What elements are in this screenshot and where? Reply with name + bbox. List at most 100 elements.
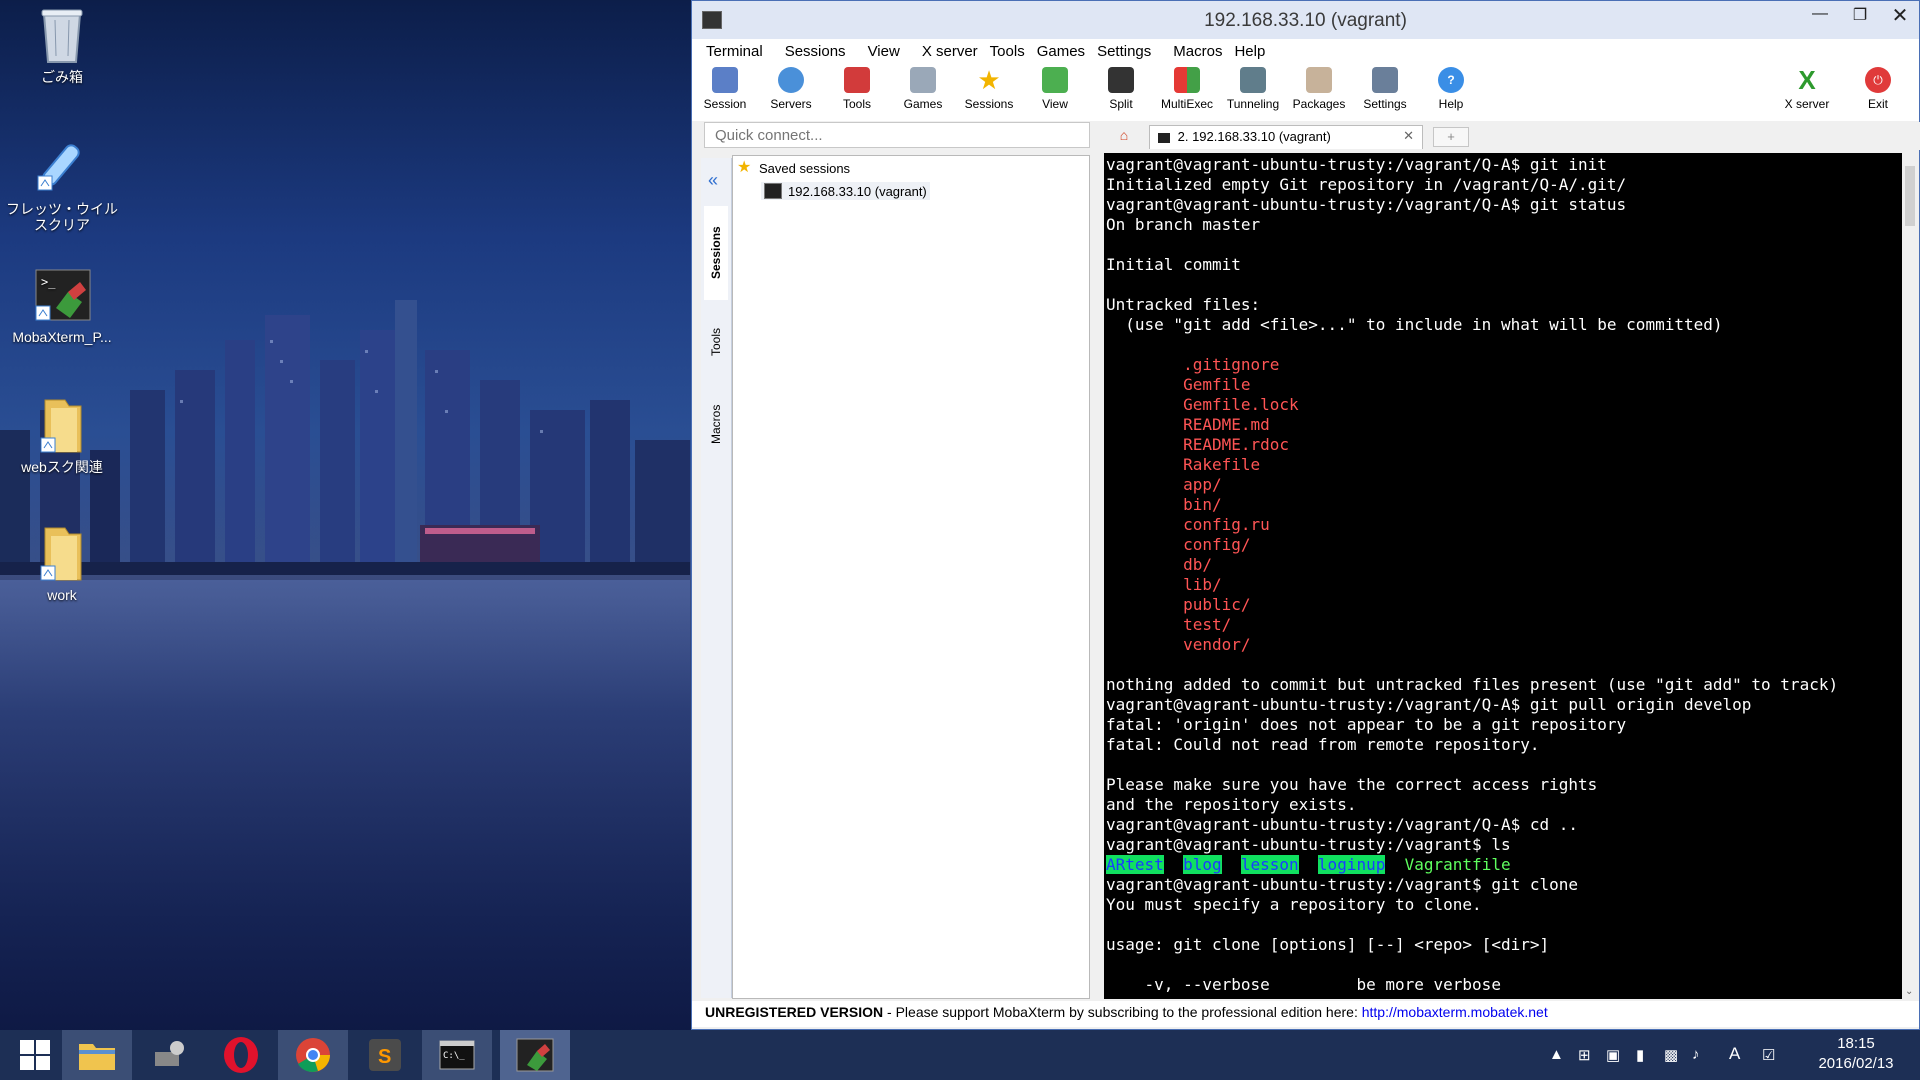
desktop-icon-work-folder[interactable]: work: [2, 522, 122, 603]
terminal-scrollbar[interactable]: ⌄: [1902, 150, 1919, 999]
taskbar-command-prompt[interactable]: C:\_: [422, 1030, 492, 1080]
tab-macros[interactable]: Macros: [704, 384, 728, 464]
menu-x-server[interactable]: X server: [922, 43, 978, 60]
tray-network-icon[interactable]: ▣: [1606, 1046, 1620, 1064]
packages-button[interactable]: Packages: [1286, 67, 1352, 111]
ls-file-entry: Vagrantfile: [1404, 855, 1511, 874]
desktop-icon-web-folder[interactable]: webスク関連: [2, 394, 122, 475]
home-tab-icon[interactable]: ⌂: [1111, 127, 1137, 145]
tab-tools[interactable]: Tools: [704, 306, 728, 378]
terminal-icon: [764, 183, 782, 199]
menu-sessions[interactable]: Sessions: [785, 43, 846, 60]
terminal-tab[interactable]: 2. 192.168.33.10 (vagrant) ✕: [1149, 125, 1423, 149]
tray-signal-icon[interactable]: ▩: [1664, 1046, 1678, 1064]
taskbar-sublime-text[interactable]: S: [350, 1030, 420, 1080]
terminal-line: app/: [1106, 475, 1222, 494]
scrollbar-thumb[interactable]: [1905, 166, 1915, 226]
quick-connect-input[interactable]: [704, 122, 1090, 148]
terminal-line: On branch master: [1106, 215, 1261, 234]
taskbar-chrome[interactable]: [278, 1030, 348, 1080]
tunneling-button[interactable]: Tunneling: [1220, 67, 1286, 111]
terminal-output[interactable]: vagrant@vagrant-ubuntu-trusty:/vagrant/Q…: [1104, 153, 1902, 999]
scroll-down-icon[interactable]: ⌄: [1905, 986, 1913, 997]
session-item[interactable]: 192.168.33.10 (vagrant): [761, 182, 930, 200]
help-button[interactable]: ? Help: [1418, 67, 1484, 111]
split-button[interactable]: Split: [1088, 67, 1154, 111]
menu-view[interactable]: View: [868, 43, 900, 60]
tray-overflow-icon[interactable]: ▲: [1549, 1046, 1564, 1063]
multiexec-button[interactable]: MultiExec: [1154, 67, 1220, 111]
command-prompt-icon: C:\_: [439, 1040, 475, 1070]
terminal-line: usage: git clone [options] [--] <repo> […: [1106, 935, 1550, 954]
tray-volume-icon[interactable]: ♪: [1692, 1046, 1700, 1063]
terminal-line: fatal: Could not read from remote reposi…: [1106, 735, 1540, 754]
shield-syringe-icon: [2, 136, 122, 199]
mobatek-link[interactable]: http://mobaxterm.mobatek.net: [1362, 1004, 1548, 1020]
terminal-line: Gemfile.lock: [1106, 395, 1299, 414]
x-server-icon: X: [1798, 65, 1816, 95]
games-button[interactable]: Games: [890, 67, 956, 111]
sessions-button[interactable]: ★ Sessions: [956, 67, 1022, 111]
wallpaper-water: [0, 575, 690, 1030]
terminal-line: vagrant@vagrant-ubuntu-trusty:/vagrant$ …: [1106, 835, 1511, 854]
folder-icon: [2, 394, 122, 457]
taskbar-mobaxterm[interactable]: [500, 1030, 570, 1080]
network-tool-icon: [155, 1041, 184, 1066]
ls-dir-entry: blog: [1183, 855, 1222, 874]
terminal-line: vagrant@vagrant-ubuntu-trusty:/vagrant/Q…: [1106, 195, 1627, 214]
view-button[interactable]: View: [1022, 67, 1088, 111]
menu-help[interactable]: Help: [1234, 43, 1265, 60]
tray-ime-indicator[interactable]: A: [1729, 1044, 1740, 1064]
servers-button[interactable]: Servers: [758, 67, 824, 111]
new-tab-icon[interactable]: +: [1433, 127, 1469, 147]
ls-dir-entry: loginup: [1317, 855, 1386, 874]
title-bar[interactable]: 192.168.33.10 (vagrant) — ❐ ✕: [692, 1, 1919, 39]
sessions-panel: ★ Saved sessions 192.168.33.10 (vagrant): [732, 155, 1090, 999]
saved-sessions-node[interactable]: ★ Saved sessions: [737, 160, 850, 176]
exit-button[interactable]: ⏻ Exit: [1845, 67, 1911, 111]
start-button[interactable]: [0, 1030, 70, 1080]
menu-games[interactable]: Games: [1037, 43, 1085, 60]
packages-icon: [1306, 67, 1332, 93]
maximize-icon[interactable]: ❐: [1840, 5, 1880, 25]
star-icon: ★: [977, 65, 1001, 95]
taskbar-network-tool[interactable]: [134, 1030, 204, 1080]
file-explorer-icon: [79, 1044, 115, 1070]
taskbar-opera[interactable]: [206, 1030, 276, 1080]
desktop-icon-flets-virus-clear[interactable]: フレッツ・ウイルスクリア: [2, 136, 122, 233]
tray-battery-icon[interactable]: ▮: [1636, 1046, 1644, 1064]
settings-button[interactable]: Settings: [1352, 67, 1418, 111]
globe-icon: [778, 67, 804, 93]
terminal-line: vagrant@vagrant-ubuntu-trusty:/vagrant/Q…: [1106, 695, 1752, 714]
taskbar-file-explorer[interactable]: [62, 1030, 132, 1080]
svg-text:S: S: [378, 1046, 391, 1068]
tab-close-icon[interactable]: ✕: [1403, 128, 1414, 144]
menu-terminal[interactable]: Terminal: [706, 43, 763, 60]
menu-tools[interactable]: Tools: [990, 43, 1025, 60]
close-icon[interactable]: ✕: [1880, 3, 1920, 28]
minimize-icon[interactable]: —: [1800, 5, 1840, 23]
svg-text:>_: >_: [41, 275, 56, 289]
menu-macros[interactable]: Macros: [1173, 43, 1222, 60]
terminal-line: vagrant@vagrant-ubuntu-trusty:/vagrant/Q…: [1106, 155, 1607, 174]
menu-settings[interactable]: Settings: [1097, 43, 1151, 60]
opera-icon: [224, 1037, 258, 1073]
ls-dir-entry: ARtest: [1106, 855, 1164, 874]
clock[interactable]: 18:15 2016/02/13: [1796, 1034, 1916, 1074]
x-server-button[interactable]: XX server: [1774, 67, 1840, 111]
session-button[interactable]: Session: [692, 67, 758, 111]
desktop-icon-mobaxterm[interactable]: >_ MobaXterm_P...: [2, 268, 122, 345]
desktop-icon-trash[interactable]: ごみ箱: [2, 6, 122, 85]
terminal-line: config.ru: [1106, 515, 1270, 534]
tray-windows-icon[interactable]: ⊞: [1578, 1046, 1591, 1064]
collapse-chevron-icon[interactable]: «: [708, 170, 718, 191]
terminal-line: nothing added to commit but untracked fi…: [1106, 675, 1839, 694]
tab-sessions[interactable]: Sessions: [704, 206, 728, 300]
terminal-line: -v, --verbose be more verbose: [1106, 975, 1501, 994]
tools-button[interactable]: Tools: [824, 67, 890, 111]
tray-notification-icon[interactable]: ☑: [1762, 1046, 1775, 1064]
